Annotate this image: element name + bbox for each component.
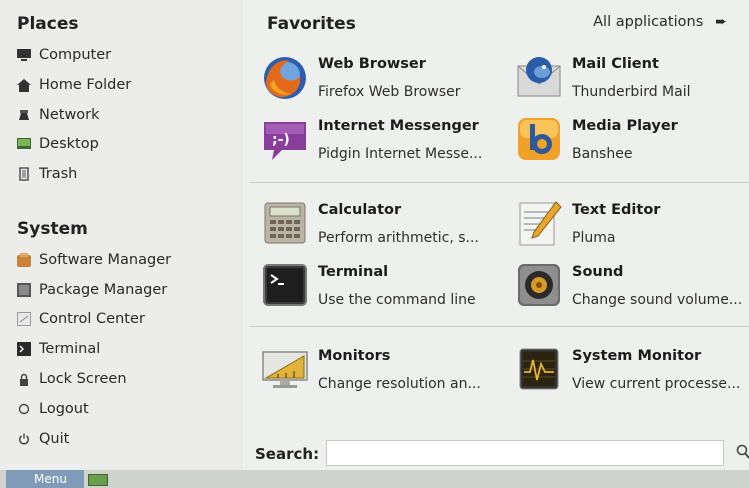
app-name: Monitors [318, 348, 391, 364]
favorites-panel: Favorites All applications ➨ Web Browser… [242, 0, 749, 470]
app-terminal[interactable]: Terminal Use the command line [260, 258, 500, 314]
system-label: Package Manager [39, 282, 168, 298]
app-name: Text Editor [572, 202, 661, 218]
place-label: Desktop [39, 136, 99, 152]
quit-icon [17, 432, 31, 446]
system-software-manager[interactable]: Software Manager [17, 247, 171, 273]
app-description: Pluma [572, 230, 616, 246]
place-label: Home Folder [39, 77, 132, 93]
place-trash[interactable]: Trash [17, 161, 77, 187]
banshee-icon [514, 114, 564, 164]
system-label: Lock Screen [39, 371, 127, 387]
show-desktop-icon[interactable] [88, 474, 108, 486]
place-label: Network [39, 107, 100, 123]
place-label: Trash [39, 166, 78, 182]
app-text-editor[interactable]: Text Editor Pluma [514, 196, 749, 252]
control-center-icon [17, 312, 31, 326]
menu-button-label: Menu [34, 472, 67, 486]
app-media-player[interactable]: Media Player Banshee [514, 112, 749, 168]
app-description: Banshee [572, 146, 633, 162]
system-label: Logout [39, 401, 89, 417]
system-terminal[interactable]: Terminal [17, 336, 100, 362]
system-monitor-icon [514, 344, 564, 394]
all-applications-button[interactable]: All applications ➨ [593, 14, 727, 30]
application-menu: Places Computer Home Folder Network Desk… [0, 0, 749, 470]
system-package-manager[interactable]: Package Manager [17, 277, 167, 303]
app-name: Terminal [318, 264, 389, 280]
app-name: Mail Client [572, 56, 659, 72]
all-applications-label: All applications [593, 14, 704, 30]
computer-icon [17, 48, 31, 62]
system-label: Terminal [39, 341, 101, 357]
app-name: Internet Messenger [318, 118, 479, 134]
svg-text:;-): ;-) [272, 132, 290, 148]
place-computer[interactable]: Computer [17, 42, 111, 68]
system-label: Quit [39, 431, 70, 447]
app-monitors[interactable]: Monitors Change resolution an... [260, 342, 500, 398]
app-description: Use the command line [318, 292, 476, 308]
system-lock-screen[interactable]: Lock Screen [17, 366, 127, 392]
place-network[interactable]: Network [17, 102, 100, 128]
place-desktop[interactable]: Desktop [17, 131, 99, 157]
system-logout[interactable]: Logout [17, 396, 89, 422]
search-icon[interactable] [736, 444, 749, 460]
app-description: Firefox Web Browser [318, 84, 461, 100]
places-heading: Places [17, 14, 79, 34]
monitors-icon [260, 344, 310, 394]
app-description: View current processe... [572, 376, 741, 392]
menu-button[interactable]: Menu [6, 470, 84, 488]
system-control-center[interactable]: Control Center [17, 306, 145, 332]
places-system-panel: Places Computer Home Folder Network Desk… [0, 0, 242, 470]
favorites-separator [250, 182, 749, 183]
system-label: Software Manager [39, 252, 172, 268]
logout-icon [17, 402, 31, 416]
software-manager-icon [17, 253, 31, 267]
lock-icon [17, 372, 31, 386]
arrow-right-icon: ➨ [715, 14, 727, 30]
app-name: Web Browser [318, 56, 426, 72]
app-description: Pidgin Internet Messe... [318, 146, 483, 162]
desktop-icon [17, 137, 31, 151]
system-label: Control Center [39, 311, 145, 327]
app-web-browser[interactable]: Web Browser Firefox Web Browser [260, 50, 500, 106]
firefox-icon [260, 52, 310, 102]
text-editor-icon [514, 198, 564, 248]
place-home-folder[interactable]: Home Folder [17, 72, 131, 98]
app-sound[interactable]: Sound Change sound volume... [514, 258, 749, 314]
app-system-monitor[interactable]: System Monitor View current processe... [514, 342, 749, 398]
system-quit[interactable]: Quit [17, 426, 69, 452]
pidgin-icon: ;-) [260, 114, 310, 164]
system-heading: System [17, 219, 88, 239]
home-icon [17, 78, 31, 92]
app-mail-client[interactable]: Mail Client Thunderbird Mail [514, 50, 749, 106]
taskbar [0, 470, 749, 488]
terminal-icon [260, 260, 310, 310]
thunderbird-icon [514, 52, 564, 102]
package-manager-icon [17, 283, 31, 297]
app-name: Calculator [318, 202, 402, 218]
terminal-small-icon [17, 342, 31, 356]
app-description: Perform arithmetic, s... [318, 230, 479, 246]
app-name: Media Player [572, 118, 678, 134]
app-description: Change sound volume... [572, 292, 743, 308]
search-label: Search: [255, 445, 320, 463]
app-calculator[interactable]: Calculator Perform arithmetic, s... [260, 196, 500, 252]
app-internet-messenger[interactable]: ;-) Internet Messenger Pidgin Internet M… [260, 112, 500, 168]
sound-icon [514, 260, 564, 310]
search-input[interactable] [326, 440, 724, 466]
app-name: Sound [572, 264, 624, 280]
app-name: System Monitor [572, 348, 702, 364]
favorites-separator [250, 326, 749, 327]
trash-icon [17, 167, 31, 181]
place-label: Computer [39, 47, 112, 63]
app-description: Change resolution an... [318, 376, 481, 392]
app-description: Thunderbird Mail [572, 84, 691, 100]
calculator-icon [260, 198, 310, 248]
favorites-heading: Favorites [267, 14, 356, 34]
network-icon [17, 108, 31, 122]
